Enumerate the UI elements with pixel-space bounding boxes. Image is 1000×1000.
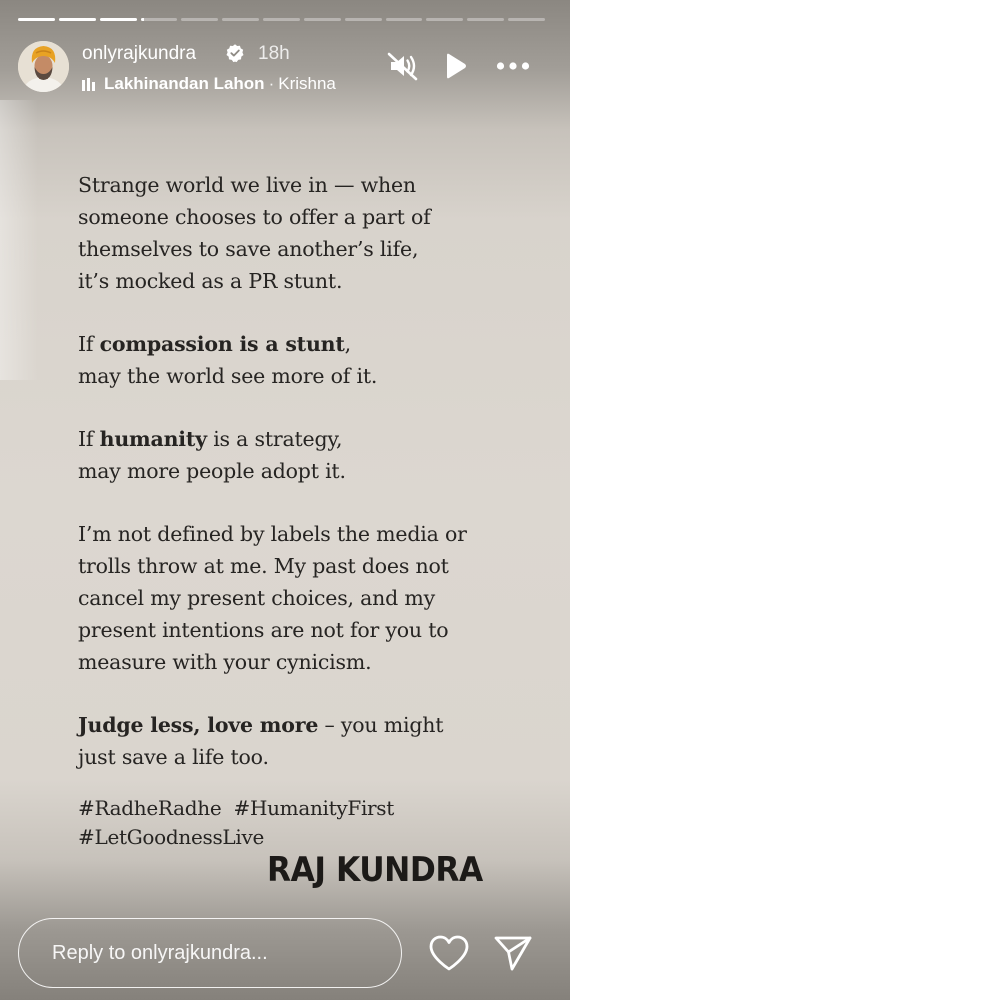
progress-segment — [303, 18, 341, 21]
poem-text: If — [78, 427, 100, 451]
progress-segment — [508, 18, 545, 21]
poem-line: present intentions are not for you to — [78, 618, 449, 642]
poem-line: may more people adopt it. — [78, 459, 346, 483]
heart-icon — [429, 935, 469, 971]
paragraph-4: I’m not defined by labels the media or t… — [78, 518, 508, 678]
music-label[interactable]: Lakhinandan Lahon · Krishna — [82, 74, 336, 94]
music-bars-icon — [82, 77, 95, 91]
hashtag-line: #LetGoodnessLive — [78, 825, 265, 849]
poem-line: trolls throw at me. My past does not — [78, 554, 449, 578]
poem-line: just save a life too. — [78, 745, 269, 769]
paragraph-2: If compassion is a stunt, may the world … — [78, 328, 508, 392]
paragraph-5: Judge less, love more – you might just s… — [78, 709, 508, 773]
poem-line: cancel my present choices, and my — [78, 586, 436, 610]
like-button[interactable] — [428, 934, 470, 972]
poem-text: – you might — [318, 713, 444, 737]
poem-bold: compassion is a stunt — [99, 332, 345, 356]
progress-segment-fill — [18, 18, 55, 21]
progress-segment — [426, 18, 464, 21]
progress-segment — [181, 18, 219, 21]
progress-segment — [467, 18, 505, 21]
verified-badge-icon — [225, 43, 245, 63]
send-button[interactable] — [492, 933, 534, 973]
progress-segment — [99, 18, 137, 21]
reply-placeholder: Reply to onlyrajkundra... — [52, 941, 268, 964]
hashtag-line: #RadheRadhe #HumanityFirst — [78, 796, 395, 820]
progress-segment-fill — [58, 18, 96, 21]
music-artist: Lakhinandan Lahon — [104, 74, 265, 93]
paragraph-1: Strange world we live in — when someone … — [78, 169, 508, 297]
story-username[interactable]: onlyrajkundra — [82, 43, 196, 65]
progress-segment — [140, 18, 178, 21]
poem-line: someone chooses to offer a part of — [78, 205, 431, 229]
progress-segment — [385, 18, 423, 21]
progress-segment-fill — [140, 18, 145, 21]
progress-segment — [263, 18, 300, 21]
more-options-icon — [496, 62, 530, 70]
poem-line: measure with your cynicism. — [78, 650, 372, 674]
poem-bold: humanity — [99, 427, 207, 451]
story-time: 18h — [258, 43, 290, 64]
play-icon — [447, 53, 466, 79]
progress-segment — [344, 18, 382, 21]
music-separator: · — [268, 74, 275, 93]
poem-text: If — [78, 332, 100, 356]
avatar[interactable] — [18, 41, 69, 92]
more-options-button[interactable] — [496, 50, 532, 82]
paragraph-3: If humanity is a strategy, may more peop… — [78, 423, 508, 487]
poem-line: may the world see more of it. — [78, 364, 378, 388]
poem-line: themselves to save another’s life, — [78, 237, 419, 261]
reply-input[interactable]: Reply to onlyrajkundra... — [18, 918, 402, 988]
send-paper-plane-icon — [494, 936, 532, 971]
poem-line: I’m not defined by labels the media or — [78, 522, 467, 546]
music-title: Krishna — [278, 74, 336, 93]
hashtags: #RadheRadhe #HumanityFirst #LetGoodnessL… — [78, 794, 394, 852]
story-progress-bar — [18, 18, 545, 21]
progress-segment — [58, 18, 96, 21]
mute-button[interactable] — [387, 50, 419, 82]
post-text: Strange world we live in — when someone … — [78, 169, 508, 797]
poem-text: is a strategy, — [206, 427, 343, 451]
progress-segment-fill — [99, 18, 137, 21]
signature: RAJ KUNDRA — [267, 850, 483, 890]
progress-segment — [222, 18, 260, 21]
progress-segment — [18, 18, 55, 21]
poem-text: , — [344, 332, 352, 356]
muted-speaker-icon — [387, 52, 418, 81]
story-viewer[interactable]: onlyrajkundra 18h Lakhinandan Lahon · Kr… — [0, 0, 570, 1000]
play-button[interactable] — [441, 50, 473, 82]
poem-line: it’s mocked as a PR stunt. — [78, 269, 343, 293]
poem-bold: Judge less, love more — [78, 713, 319, 737]
poem-line: Strange world we live in — when — [78, 173, 416, 197]
